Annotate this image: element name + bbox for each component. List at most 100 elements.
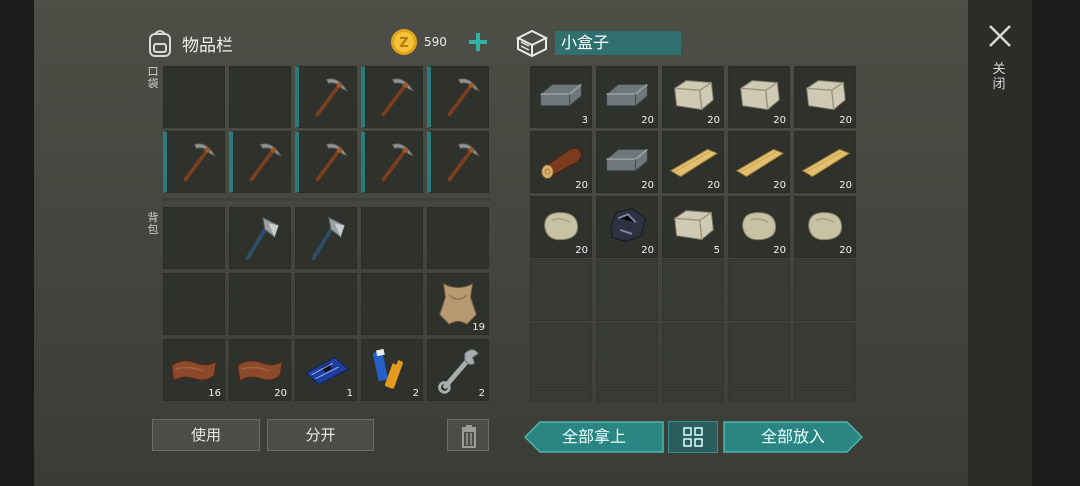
pocket-slot[interactable] <box>361 131 423 193</box>
pocket-slot[interactable] <box>163 66 225 128</box>
backpack-slot[interactable] <box>361 207 423 269</box>
pocket-label: 口袋 <box>147 65 159 90</box>
sort-grid-icon <box>683 427 703 447</box>
container-name-field[interactable]: 小盒子 <box>555 31 681 55</box>
section-divider <box>162 198 490 201</box>
backpack-slot[interactable]: 20 <box>229 339 291 401</box>
item-quantity: 1 <box>346 388 353 399</box>
split-button[interactable]: 分开 <box>267 419 374 451</box>
container-slot[interactable]: 20 <box>794 66 856 128</box>
item-quantity: 20 <box>274 388 287 399</box>
inventory-header: 物品栏 <box>146 26 233 60</box>
item-quantity: 2 <box>478 388 485 399</box>
item-quantity: 20 <box>641 245 654 256</box>
container-slot[interactable]: 20 <box>728 131 790 193</box>
item-quantity: 20 <box>839 115 852 126</box>
pickaxe-icon <box>315 78 348 117</box>
pickaxe-icon <box>315 143 348 182</box>
container-empty-slot[interactable] <box>728 259 790 321</box>
item-quantity: 19 <box>472 322 485 333</box>
pocket-slot[interactable] <box>295 66 357 128</box>
pickaxe-icon <box>381 78 414 117</box>
close-icon[interactable] <box>986 22 1014 50</box>
backpack-label: 背包 <box>147 211 159 236</box>
pocket-slot[interactable] <box>361 66 423 128</box>
take-all-button[interactable]: 全部拿上 <box>524 421 664 453</box>
pocket-slot[interactable] <box>229 66 291 128</box>
close-label[interactable]: 关闭 <box>992 62 1006 92</box>
backpack-slot[interactable]: 16 <box>163 339 225 401</box>
backpack-slot[interactable] <box>163 207 225 269</box>
container-slot[interactable]: 20 <box>794 196 856 258</box>
container-slot[interactable]: 3 <box>530 66 592 128</box>
container-slot[interactable]: 20 <box>530 131 592 193</box>
hatchet-icon <box>245 216 279 261</box>
container-empty-slot[interactable] <box>728 386 790 402</box>
backpack-slot[interactable] <box>295 207 357 269</box>
container-empty-slot[interactable] <box>530 386 592 402</box>
container-slot[interactable]: 20 <box>530 196 592 258</box>
container-empty-slot[interactable] <box>794 323 856 385</box>
container-empty-slot[interactable] <box>596 259 658 321</box>
hatchet-icon <box>311 216 345 261</box>
container-empty-slot[interactable] <box>596 386 658 402</box>
container-empty-slot[interactable] <box>596 323 658 385</box>
container-slot[interactable]: 20 <box>728 66 790 128</box>
container-empty-slot[interactable] <box>530 323 592 385</box>
container-empty-slot[interactable] <box>662 386 724 402</box>
backpack-slot[interactable] <box>229 207 291 269</box>
backpack-slot[interactable]: 1 <box>295 339 357 401</box>
container-slot[interactable]: 20 <box>662 66 724 128</box>
item-quantity: 20 <box>641 115 654 126</box>
container-empty-slot[interactable] <box>794 386 856 402</box>
add-coins-plus-icon[interactable] <box>466 30 490 54</box>
use-button[interactable]: 使用 <box>152 419 260 451</box>
pickaxe-icon <box>447 78 480 117</box>
container-slot[interactable]: 20 <box>662 131 724 193</box>
item-quantity: 20 <box>707 180 720 191</box>
backpack-slot[interactable] <box>163 273 225 335</box>
item-quantity: 3 <box>581 115 588 126</box>
container-empty-slot[interactable] <box>530 259 592 321</box>
container-slot[interactable]: 20 <box>596 131 658 193</box>
item-quantity: 20 <box>773 115 786 126</box>
take-all-label: 全部拿上 <box>561 427 626 446</box>
pocket-slot[interactable] <box>427 131 489 193</box>
pocket-slot[interactable] <box>295 131 357 193</box>
backpack-slot[interactable]: 19 <box>427 273 489 335</box>
trash-button[interactable] <box>447 419 489 451</box>
pickaxe-icon <box>381 143 414 182</box>
sort-button[interactable] <box>668 421 718 453</box>
container-slot[interactable]: 20 <box>596 196 658 258</box>
item-quantity: 20 <box>575 245 588 256</box>
right-margin <box>1032 0 1080 486</box>
item-quantity: 5 <box>713 245 720 256</box>
pickaxe-icon <box>249 143 282 182</box>
coin-counter: Z 590 <box>390 28 490 56</box>
pocket-slot[interactable] <box>427 66 489 128</box>
backpack-slot[interactable] <box>361 273 423 335</box>
backpack-slot[interactable] <box>295 273 357 335</box>
container-slot[interactable]: 20 <box>728 196 790 258</box>
backpack-slot[interactable] <box>229 273 291 335</box>
put-all-button[interactable]: 全部放入 <box>723 421 863 453</box>
container-slot[interactable]: 20 <box>794 131 856 193</box>
coin-amount: 590 <box>424 35 447 49</box>
container-empty-slot[interactable] <box>662 323 724 385</box>
item-quantity: 2 <box>412 388 419 399</box>
item-quantity: 20 <box>839 245 852 256</box>
item-quantity: 20 <box>707 115 720 126</box>
container-slot[interactable]: 20 <box>596 66 658 128</box>
container-empty-slot[interactable] <box>794 259 856 321</box>
item-quantity: 20 <box>641 180 654 191</box>
pocket-slot[interactable] <box>163 131 225 193</box>
container-empty-slot[interactable] <box>728 323 790 385</box>
pocket-slot[interactable] <box>229 131 291 193</box>
trash-icon <box>462 425 476 448</box>
backpack-slot[interactable]: 2 <box>427 339 489 401</box>
container-slot[interactable]: 5 <box>662 196 724 258</box>
container-empty-slot[interactable] <box>662 259 724 321</box>
backpack-slot[interactable] <box>427 207 489 269</box>
backpack-slot[interactable]: 2 <box>361 339 423 401</box>
item-quantity: 20 <box>575 180 588 191</box>
